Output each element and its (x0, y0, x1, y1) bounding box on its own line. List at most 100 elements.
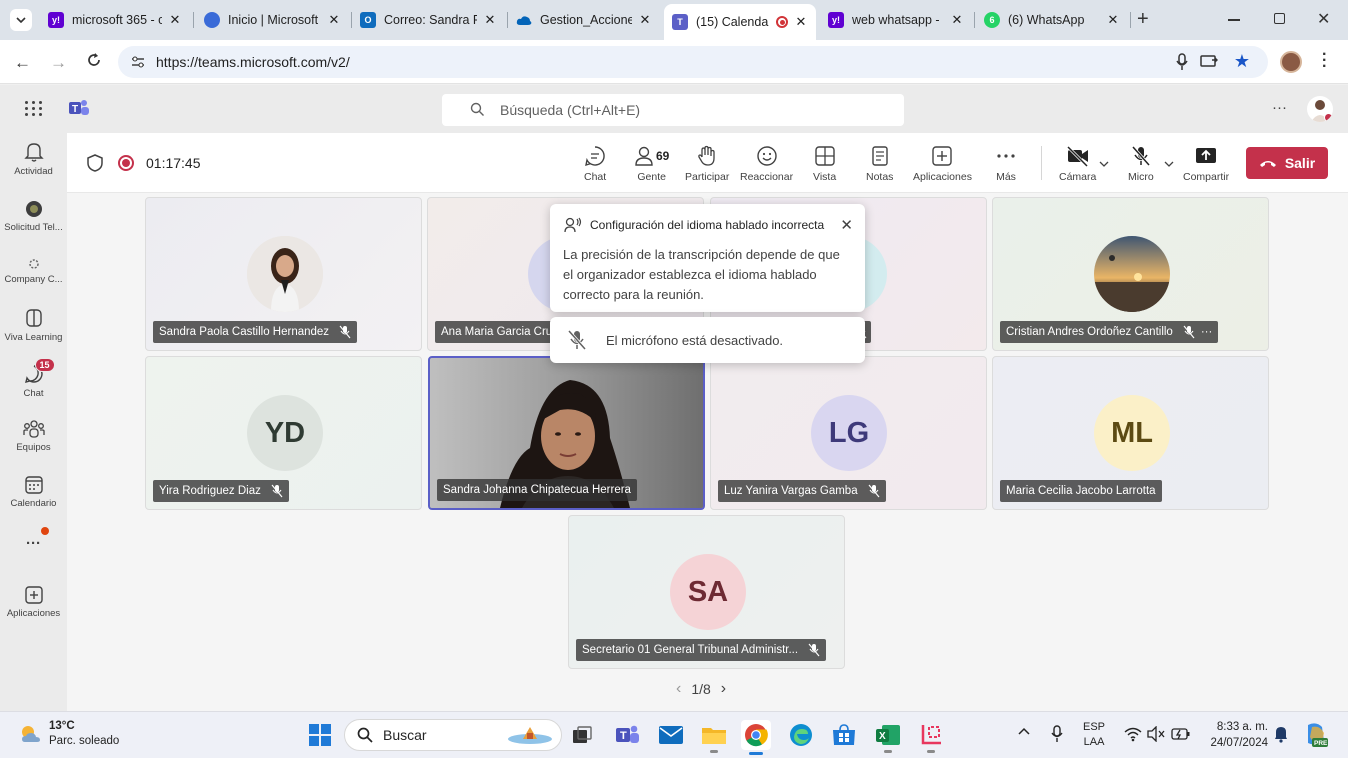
rail-item-viva-learning[interactable]: Viva Learning (0, 307, 67, 343)
rail-item-solicitud[interactable]: Solicitud Tel... (0, 199, 67, 233)
tab-search-button[interactable] (10, 9, 32, 31)
taskbar-mail[interactable] (656, 720, 686, 750)
site-settings-icon[interactable] (130, 54, 146, 70)
apps-button[interactable]: Aplicaciones (913, 145, 972, 183)
app-launcher-icon[interactable] (25, 101, 43, 116)
camera-button[interactable]: Cámara (1059, 145, 1096, 183)
people-icon (635, 146, 653, 166)
chevron-down-icon (16, 17, 26, 23)
taskbar-snipping-tool[interactable] (916, 720, 946, 753)
start-button[interactable] (305, 720, 335, 750)
shield-icon[interactable] (87, 154, 103, 172)
raise-hand-button[interactable]: Participar (685, 145, 729, 183)
taskbar-excel[interactable]: X (873, 720, 903, 753)
taskbar-chrome[interactable] (741, 720, 771, 755)
participant-name-label: Ana Maria Garcia Cru (435, 321, 559, 343)
close-icon[interactable]: ✕ (794, 14, 808, 30)
notes-button[interactable]: Notas (866, 145, 893, 183)
notification-bell-icon[interactable] (1274, 725, 1288, 743)
browser-tab[interactable]: Inicio | Microsoft ✕ (196, 7, 349, 33)
participant-tile[interactable]: YD Yira Rodriguez Diaz (145, 356, 422, 510)
view-button[interactable]: Vista (813, 145, 836, 183)
close-icon[interactable]: ✕ (1106, 12, 1120, 28)
browser-menu-icon[interactable]: · · · (1322, 47, 1327, 75)
close-icon[interactable]: ✕ (950, 12, 964, 28)
participant-tile[interactable]: Sandra Paola Castillo Hernandez (145, 197, 422, 351)
smile-icon (756, 146, 777, 166)
close-icon[interactable]: ✕ (638, 12, 652, 28)
browser-tab[interactable]: Gestion_Accione ✕ (508, 7, 660, 33)
close-icon[interactable]: ✕ (483, 12, 497, 28)
weather-widget[interactable] (18, 722, 42, 746)
rail-item-aplicaciones[interactable]: Aplicaciones (0, 585, 67, 619)
participant-tile-active-speaker[interactable]: Sandra Johanna Chipatecua Herrera (428, 356, 705, 510)
participant-avatar: ML (1094, 395, 1170, 471)
taskbar-file-explorer[interactable] (699, 720, 729, 753)
chat-button[interactable]: Chat (584, 145, 606, 183)
people-button[interactable]: 69 Gente (634, 145, 669, 183)
browser-tab[interactable]: 6 (6) WhatsApp ✕ (976, 7, 1128, 33)
more-button[interactable]: Más (995, 145, 1017, 183)
participant-tile[interactable]: ML Maria Cecilia Jacobo Larrotta (992, 356, 1269, 510)
microphone-icon[interactable] (1050, 725, 1064, 743)
restore-button[interactable] (1274, 13, 1285, 24)
participant-more-icon[interactable]: ··· (1201, 326, 1213, 338)
taskbar-store[interactable] (829, 720, 859, 750)
participant-tile[interactable]: SA Secretario 01 General Tribunal Admini… (568, 515, 845, 669)
weather-text[interactable]: 13°C Parc. soleado (49, 719, 119, 749)
reload-icon[interactable] (86, 52, 102, 68)
mic-options-chevron-icon[interactable] (1164, 161, 1174, 167)
install-app-icon[interactable] (1200, 54, 1218, 70)
teams-search-input[interactable]: Búsqueda (Ctrl+Alt+E) (442, 94, 904, 126)
taskbar-teams[interactable]: T (613, 720, 643, 750)
participant-tile[interactable]: Cristian Andres Ordoñez Cantillo ··· (992, 197, 1269, 351)
react-button[interactable]: Reaccionar (740, 145, 793, 183)
previous-page-icon[interactable]: ‹ (676, 680, 681, 698)
participant-tile[interactable]: LG Luz Yanira Vargas Gamba (710, 356, 987, 510)
microphone-icon[interactable] (1176, 53, 1188, 71)
browser-tab[interactable]: y! microsoft 365 - c ✕ (40, 7, 190, 33)
browser-tab-active[interactable]: T (15) Calenda ✕ (664, 4, 816, 40)
taskbar-task-view[interactable] (567, 720, 597, 750)
bookmark-star-icon[interactable]: ★ (1234, 51, 1250, 72)
hang-up-icon (1259, 161, 1276, 167)
profile-avatar[interactable] (1280, 51, 1302, 73)
browser-tab[interactable]: O Correo: Sandra P ✕ (352, 7, 505, 33)
clock[interactable]: 8:33 a. m. 24/07/2024 (1200, 719, 1268, 751)
mic-button[interactable]: Micro (1128, 145, 1154, 183)
browser-tab[interactable]: y! web whatsapp - ✕ (820, 7, 972, 33)
calendar-icon (24, 476, 43, 494)
camera-options-chevron-icon[interactable] (1099, 161, 1109, 167)
next-page-icon[interactable]: › (721, 680, 726, 698)
share-icon (1196, 148, 1217, 163)
rail-item-calendario[interactable]: Calendario (0, 475, 67, 509)
minimize-button[interactable] (1228, 19, 1240, 21)
wifi-icon[interactable] (1124, 726, 1142, 742)
rail-item-company[interactable]: Company C... (0, 257, 67, 285)
copilot-icon[interactable]: PRE (1302, 721, 1330, 749)
user-avatar[interactable] (1307, 96, 1333, 122)
show-hidden-icons-chevron[interactable] (1018, 727, 1030, 735)
teams-people-icon (22, 420, 45, 438)
raise-hand-icon (698, 145, 715, 166)
rail-item-equipos[interactable]: Equipos (0, 419, 67, 453)
input-language[interactable]: ESP LAA (1083, 720, 1105, 750)
close-icon[interactable]: ✕ (840, 216, 853, 234)
rail-item-more[interactable]: ··· (0, 525, 67, 552)
taskbar-search[interactable]: Buscar (344, 719, 562, 751)
forward-arrow-icon[interactable]: → (50, 53, 67, 73)
close-icon[interactable]: ✕ (327, 12, 341, 28)
volume-muted-icon[interactable] (1147, 726, 1165, 742)
back-arrow-icon[interactable]: ← (14, 53, 31, 73)
battery-icon[interactable] (1171, 727, 1191, 741)
settings-more-icon[interactable]: ··· (1272, 99, 1287, 116)
rail-item-chat[interactable]: 15 Chat (0, 358, 67, 399)
new-tab-button[interactable]: + (1137, 9, 1149, 29)
close-icon[interactable]: ✕ (168, 12, 182, 28)
rail-item-actividad[interactable]: Actividad (0, 141, 67, 177)
taskbar-edge[interactable] (786, 720, 816, 750)
close-window-button[interactable]: ✕ (1317, 9, 1330, 29)
leave-button[interactable]: Salir (1246, 147, 1328, 179)
url-field[interactable]: https://teams.microsoft.com/v2/ ★ (118, 46, 1268, 78)
share-button[interactable]: Compartir (1183, 145, 1229, 183)
